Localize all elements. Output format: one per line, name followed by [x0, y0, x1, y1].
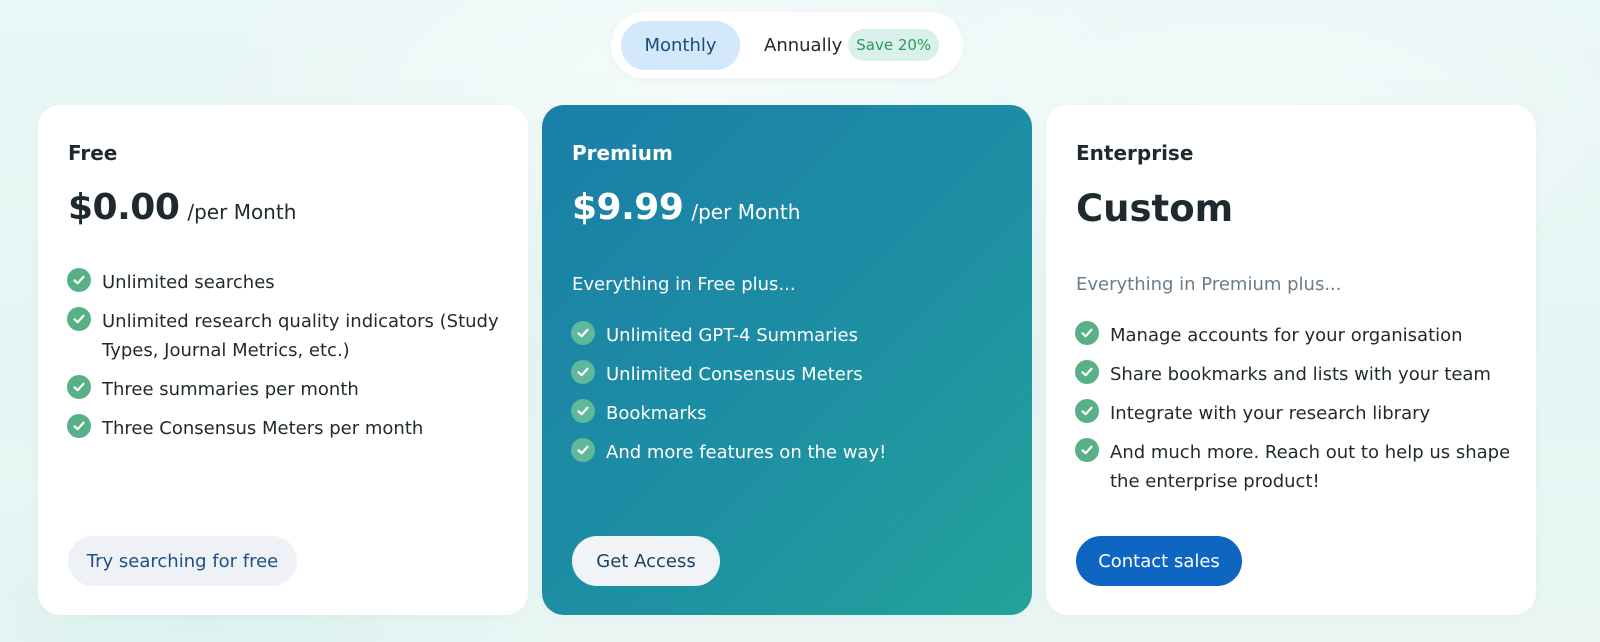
- plan-period: /per Month: [187, 200, 297, 224]
- feature-text: Unlimited research quality indicators (S…: [102, 311, 499, 361]
- check-circle-icon: [571, 399, 595, 423]
- plan-name: Premium: [572, 141, 673, 165]
- plan-period: /per Month: [691, 200, 801, 224]
- plan-card-free: Free $0.00 /per Month Unlimited searches…: [38, 105, 528, 615]
- feature-item: Share bookmarks and lists with your team: [1075, 360, 1515, 389]
- feature-item: Three summaries per month: [67, 375, 507, 404]
- feature-item: Integrate with your research library: [1075, 399, 1515, 428]
- check-circle-icon: [67, 414, 91, 438]
- check-circle-icon: [571, 438, 595, 462]
- feature-text: Integrate with your research library: [1110, 403, 1431, 424]
- check-circle-icon: [571, 360, 595, 384]
- feature-text: Three summaries per month: [102, 379, 359, 400]
- plan-name: Enterprise: [1076, 141, 1194, 165]
- feature-text: Bookmarks: [606, 403, 707, 424]
- feature-text: Manage accounts for your organisation: [1110, 325, 1463, 346]
- check-circle-icon: [67, 375, 91, 399]
- check-circle-icon: [1075, 438, 1099, 462]
- check-circle-icon: [1075, 321, 1099, 345]
- price-row: $0.00 /per Month: [68, 187, 296, 228]
- feature-item: Unlimited GPT-4 Summaries: [571, 321, 1011, 350]
- feature-list: Unlimited GPT-4 Summaries Unlimited Cons…: [571, 321, 1011, 477]
- plan-price: $9.99: [572, 187, 684, 228]
- feature-text: And much more. Reach out to help us shap…: [1110, 442, 1511, 492]
- plan-price: $0.00: [68, 187, 180, 228]
- check-circle-icon: [1075, 399, 1099, 423]
- get-access-button[interactable]: Get Access: [572, 536, 720, 586]
- plan-price: Custom: [1076, 187, 1234, 230]
- plan-intro: Everything in Premium plus...: [1076, 274, 1342, 295]
- feature-item: Unlimited research quality indicators (S…: [67, 307, 507, 365]
- feature-text: Unlimited Consensus Meters: [606, 364, 863, 385]
- price-row: $9.99 /per Month: [572, 187, 800, 228]
- feature-item: Manage accounts for your organisation: [1075, 321, 1515, 350]
- price-row: Custom: [1076, 187, 1233, 230]
- check-circle-icon: [1075, 360, 1099, 384]
- feature-item: Bookmarks: [571, 399, 1011, 428]
- feature-text: And more features on the way!: [606, 442, 887, 463]
- save-badge: Save 20%: [848, 29, 940, 61]
- try-searching-button[interactable]: Try searching for free: [68, 536, 297, 586]
- check-circle-icon: [67, 268, 91, 292]
- feature-text: Unlimited searches: [102, 272, 275, 293]
- plan-card-enterprise: Enterprise Custom Everything in Premium …: [1046, 105, 1536, 615]
- feature-item: Unlimited Consensus Meters: [571, 360, 1011, 389]
- contact-sales-button[interactable]: Contact sales: [1076, 536, 1242, 586]
- monthly-option[interactable]: Monthly: [621, 20, 740, 70]
- feature-list: Unlimited searches Unlimited research qu…: [67, 268, 507, 453]
- feature-text: Unlimited GPT-4 Summaries: [606, 325, 858, 346]
- feature-item: Three Consensus Meters per month: [67, 414, 507, 443]
- feature-item: Unlimited searches: [67, 268, 507, 297]
- billing-period-toggle: Monthly Annually Save 20%: [611, 12, 963, 78]
- annually-option[interactable]: Annually: [764, 35, 842, 56]
- feature-item: And more features on the way!: [571, 438, 1011, 467]
- feature-list: Manage accounts for your organisation Sh…: [1075, 321, 1515, 506]
- check-circle-icon: [67, 307, 91, 331]
- plan-name: Free: [68, 141, 118, 165]
- plan-card-premium: Premium $9.99 /per Month Everything in F…: [542, 105, 1032, 615]
- check-circle-icon: [571, 321, 595, 345]
- feature-text: Share bookmarks and lists with your team: [1110, 364, 1491, 385]
- plan-intro: Everything in Free plus...: [572, 274, 796, 295]
- feature-item: And much more. Reach out to help us shap…: [1075, 438, 1515, 496]
- feature-text: Three Consensus Meters per month: [102, 418, 424, 439]
